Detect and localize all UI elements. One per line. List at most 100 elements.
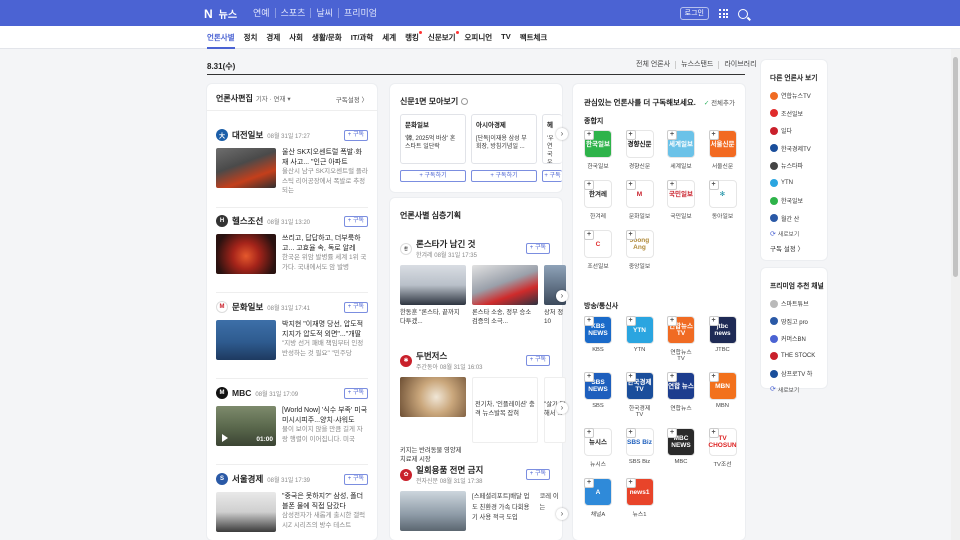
deep-thumbnail[interactable] <box>400 377 466 417</box>
press-tile[interactable]: 한국경제TV 한국경제TV <box>625 372 654 418</box>
press-tile[interactable]: 한국일보한국일보 <box>584 130 612 170</box>
deep-thumbnail[interactable] <box>400 491 466 531</box>
press-logo-icon[interactable]: SBS Biz <box>625 428 654 456</box>
press-tile[interactable]: jtbc news JTBC <box>708 316 737 362</box>
far-press-name[interactable]: 월간 산 <box>781 214 799 223</box>
press-tile-label[interactable]: 연합뉴스TV <box>667 347 695 362</box>
press-tile[interactable]: 세계일보세계일보 <box>667 130 695 170</box>
press-logo-icon[interactable]: 한국경제TV <box>625 372 654 400</box>
tab-economy[interactable]: 경제 <box>266 32 280 43</box>
info-icon[interactable] <box>461 98 469 105</box>
press-tile-label[interactable]: JTBC <box>709 347 737 353</box>
press-tile-label[interactable]: KBS <box>584 347 612 353</box>
subscribe-button[interactable]: + 구독하기 <box>542 170 562 182</box>
tab-by-press[interactable]: 언론사별 <box>207 32 235 49</box>
far-press-name[interactable]: YTN <box>781 180 793 186</box>
press-logo-icon[interactable]: M <box>625 180 654 208</box>
far-press-item[interactable]: 뉴스타파 <box>770 157 811 175</box>
deep-item-title[interactable]: 론스타가 남긴 것 <box>416 238 477 250</box>
deep-item[interactable]: 한 론스타가 남긴 것 한겨레 08월 31일 17:35 + 구독 한동훈 "… <box>400 238 568 326</box>
tab-politics[interactable]: 정치 <box>244 32 258 43</box>
far-press-item[interactable]: 연합뉴스TV <box>770 87 811 105</box>
far-press-name[interactable]: 스마트튜브 <box>781 299 809 308</box>
far-press-item[interactable]: 한국경제TV <box>770 140 811 158</box>
press-logo-icon[interactable]: KBS NEWS <box>584 316 612 344</box>
press-tile-label[interactable]: 채널A <box>584 509 612 518</box>
deep-item-title[interactable]: 두번저스 <box>416 350 483 362</box>
press-tile[interactable]: Joong Ang 중앙일보 <box>625 230 654 270</box>
far-press-item[interactable]: 삼프로TV 하 <box>770 365 815 383</box>
press-name[interactable]: 문화일보 <box>232 301 263 313</box>
headline[interactable]: "중국은 못하지?" 삼성, 폴더블폰 물에 직접 담갔다 <box>282 492 368 511</box>
press-logo-icon[interactable]: TV CHOSUN <box>708 428 737 456</box>
top-link-weather[interactable]: 날씨 <box>310 8 338 18</box>
subscribe-button[interactable]: + 구독하기 <box>471 170 537 182</box>
tab-newspaper[interactable]: 신문보기 <box>428 31 459 43</box>
next-arrow-icon[interactable]: › <box>556 508 568 520</box>
far-press-item[interactable]: YTN <box>770 175 811 193</box>
press-logo-icon[interactable]: 세계일보 <box>667 130 695 158</box>
press-logo-icon[interactable]: news1 <box>625 478 654 506</box>
far-press-name[interactable]: 조선일보 <box>781 109 803 118</box>
far-press-name[interactable]: 일다 <box>781 126 792 135</box>
press-tile[interactable]: MBC NEWS MBC <box>667 428 695 468</box>
subscribe-button[interactable]: + 구독 <box>343 301 368 313</box>
press-tile[interactable]: 연합뉴스TV 연합뉴스TV <box>667 316 695 362</box>
press-tile-label[interactable]: 조선일보 <box>584 261 612 270</box>
press-tile-label[interactable]: 국민일보 <box>667 211 695 220</box>
far-press-item[interactable]: 한국일보 <box>770 192 811 210</box>
press-logo-icon[interactable]: 경향신문 <box>625 130 654 158</box>
tab-world[interactable]: 세계 <box>382 32 396 43</box>
press-item[interactable]: S 서울경제 08월 31일 17:39 + 구독 "중국은 못하지?" 삼성,… <box>216 472 368 532</box>
press-tile[interactable]: ✻ 동아일보 <box>708 180 737 220</box>
subscribe-setting-link[interactable]: 구독 설정 〉 <box>770 243 804 253</box>
subscribe-button[interactable]: + 구독 <box>525 243 550 254</box>
press-logo-icon[interactable]: Joong Ang <box>625 230 654 258</box>
press-logo-icon[interactable]: 연합 뉴스 <box>667 372 695 400</box>
deep-caption[interactable]: 키지는 반려동물 영양제 치료제 시장 <box>400 447 466 464</box>
far-press-name[interactable]: 삼프로TV 하 <box>781 369 812 378</box>
press-item[interactable]: M 문화일보 08월 31일 17:41 + 구독 박지현 "이재명 당선, 압… <box>216 300 368 360</box>
press-tile-label[interactable]: 경향신문 <box>626 161 654 170</box>
press-tile[interactable]: 뉴시스뉴시스 <box>584 428 612 468</box>
subscribe-settings-link[interactable]: 구독설정 〉 <box>336 94 368 104</box>
far-press-name[interactable]: 땅집고 pro <box>781 317 808 326</box>
press-tile-label[interactable]: 중앙일보 <box>626 261 654 270</box>
press-logo-icon[interactable]: SBS NEWS <box>584 372 612 400</box>
news-thumbnail[interactable] <box>216 148 276 188</box>
deep-caption[interactable]: [스페셜리포트]배달 업도 친환경 가속 다회용기 사용 적극 도입 <box>472 493 529 521</box>
deep-caption[interactable]: 전기차, '인플레이션' 충격 뉴스발목 잡혀 <box>472 401 538 464</box>
far-press-item[interactable]: 땅집고 pro <box>770 313 815 331</box>
press-tile[interactable]: SBS NEWS SBS <box>584 372 612 418</box>
deep-thumbnail[interactable] <box>472 265 538 305</box>
tab-life-culture[interactable]: 생활/문화 <box>312 32 342 43</box>
frontpage-card[interactable]: 아시아경제 [단독]이재용 삼성 부회장, 방침기념일 ... <box>471 114 537 164</box>
far-press-name[interactable]: THE STOCK <box>781 353 815 359</box>
press-tile[interactable]: 연합 뉴스연합뉴스 <box>667 372 695 418</box>
next-arrow-icon[interactable]: › <box>556 402 568 414</box>
far-press-item[interactable]: 커머스BN <box>770 330 815 348</box>
subscribe-button[interactable]: + 구독 <box>525 469 550 480</box>
news-thumbnail[interactable] <box>216 320 276 360</box>
press-logo-icon[interactable]: 뉴시스 <box>584 428 612 456</box>
press-logo-icon[interactable]: 한겨레 <box>584 180 612 208</box>
subscribe-button[interactable]: + 구독 <box>343 473 368 485</box>
tab-society[interactable]: 사회 <box>289 32 303 43</box>
far-press-item[interactable]: THE STOCK <box>770 348 815 366</box>
card-headline[interactable]: '韓, 2025억 바상' 혼 스타트 일단락 <box>405 135 461 151</box>
news-title[interactable]: 뉴스 <box>219 6 237 21</box>
apps-grid-icon[interactable] <box>719 9 728 18</box>
press-logo-icon[interactable]: 연합뉴스TV <box>667 316 695 344</box>
press-tile-label[interactable]: 한겨레 <box>584 211 612 220</box>
subscribe-button[interactable]: + 구독 <box>525 355 550 366</box>
press-name[interactable]: 대전일보 <box>232 129 263 141</box>
card-headline[interactable]: [단독]이재용 삼성 부회장, 방침기념일 ... <box>476 135 532 151</box>
press-name[interactable]: MBC <box>232 388 251 398</box>
next-arrow-icon[interactable]: › <box>556 290 568 302</box>
press-tile-label[interactable]: 동아일보 <box>709 211 737 220</box>
link-all-press[interactable]: 전체 언론사 <box>631 61 675 69</box>
refresh-more-button[interactable]: 새로보기 <box>770 385 815 394</box>
press-logo-icon[interactable]: MBC NEWS <box>667 428 695 456</box>
press-item[interactable]: 大 대전일보 08월 31일 17:27 + 구독 울산 SK지오센트럴 폭발·… <box>216 128 368 196</box>
deep-caption[interactable]: 론스타 소송, 정부 승소 검증의 소극... <box>472 309 538 326</box>
